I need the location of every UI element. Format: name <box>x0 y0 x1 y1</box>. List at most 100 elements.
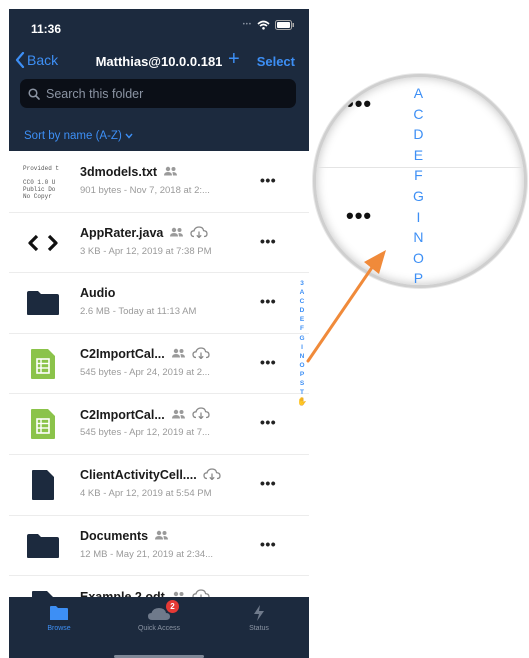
thumbnail-line: Provided t <box>23 164 60 172</box>
spreadsheet-icon <box>23 347 63 381</box>
file-row[interactable]: Audio 2.6 MB - Today at 11:13 AM ••• <box>9 273 309 334</box>
file-name-row: Audio <box>80 286 115 300</box>
file-meta: 901 bytes - Nov 7, 2018 at 2:... <box>80 185 210 196</box>
magnifier-more-button: ••• <box>346 91 373 116</box>
file-name: Documents <box>80 528 149 543</box>
magnifier-index-letter: O <box>413 249 424 266</box>
tab-bar: Browse 2 Quick Access Status <box>9 597 309 658</box>
search-input[interactable] <box>46 86 276 101</box>
sort-dropdown[interactable]: Sort by name (A-Z) <box>24 130 133 142</box>
magnifier-index-letter: G <box>413 187 424 204</box>
magnifier-row-divider <box>316 287 524 288</box>
file-meta: 545 bytes - Apr 12, 2019 at 7... <box>80 427 210 439</box>
index-letter[interactable]: N <box>300 352 305 361</box>
search-bar[interactable] <box>20 79 296 108</box>
tab-quick-access[interactable]: 2 Quick Access <box>109 600 209 632</box>
index-letter[interactable]: O <box>299 361 304 370</box>
thumbnail-line <box>23 172 63 179</box>
thumbnail-line: No Copyr <box>23 192 52 200</box>
file-row[interactable]: Provided t CC0 1.0 U Public Do No Copyr 3dm… <box>9 152 309 213</box>
shared-users-icon <box>163 165 178 179</box>
cloud-download-icon <box>192 407 210 422</box>
document-icon <box>23 468 63 502</box>
file-name: C2ImportCal... <box>80 347 165 362</box>
index-letter[interactable]: C <box>300 297 305 306</box>
lightning-icon <box>209 603 309 621</box>
magnifier-index-letter: C <box>413 105 424 122</box>
file-meta: 12 MB - May 21, 2019 at 2:34... <box>80 548 214 560</box>
wifi-icon <box>257 20 270 30</box>
more-button[interactable]: ••• <box>260 536 276 552</box>
file-name-row: 3dmodels.txt <box>80 165 178 179</box>
status-time: 11:36 <box>31 22 62 36</box>
select-button[interactable]: Select <box>257 54 295 69</box>
spreadsheet-icon <box>23 407 63 441</box>
index-letter[interactable]: A <box>300 288 305 297</box>
phone-screen: 11:36 ••• Back Matthias@10.0.0.181 + Sel… <box>9 9 309 658</box>
status-icons: ••• <box>243 20 295 30</box>
tab-status[interactable]: Status <box>209 603 309 632</box>
hand-icon: ✋ <box>297 397 307 407</box>
file-name: 3dmodels.txt <box>80 165 158 179</box>
more-button[interactable]: ••• <box>260 475 276 491</box>
index-letter[interactable]: E <box>300 315 304 324</box>
shared-users-icon <box>171 347 186 361</box>
thumbnail-line: CC0 1.0 U <box>23 178 56 186</box>
more-button[interactable]: ••• <box>260 414 276 430</box>
file-name-row: C2ImportCal... <box>80 407 210 422</box>
magnifier-index-letter: E <box>413 146 424 163</box>
file-name-row: Documents <box>80 529 169 543</box>
shared-users-icon <box>169 226 184 240</box>
tab-browse[interactable]: Browse <box>9 603 109 632</box>
file-row[interactable]: Documents 12 MB - May 21, 2019 at 2:34...… <box>9 516 309 577</box>
battery-icon <box>275 20 294 30</box>
folder-icon <box>23 286 63 320</box>
file-name: Audio <box>80 286 116 301</box>
file-name: ClientActivityCell.... <box>80 468 197 483</box>
index-letter[interactable]: P <box>300 370 304 379</box>
magnifier-index-letter: D <box>413 126 424 143</box>
index-letter[interactable]: T <box>300 388 304 397</box>
magnifier-alphabet-index: ACDEFGINOP <box>413 83 424 287</box>
index-letter[interactable]: 3 <box>300 279 304 288</box>
file-meta: 545 bytes - Apr 24, 2019 at 2... <box>80 366 210 378</box>
cloud-download-icon <box>192 347 210 362</box>
file-name-row: ClientActivityCell.... <box>80 468 221 483</box>
more-button[interactable]: ••• <box>260 233 276 249</box>
shared-users-icon <box>171 408 186 422</box>
cloud-download-icon <box>203 468 221 483</box>
alphabet-index[interactable]: 3 A C D E F G I N O P S T ✋ <box>297 279 307 407</box>
file-row[interactable]: C2ImportCal... 545 bytes - Apr 24, 2019 a… <box>9 334 309 395</box>
tab-label: Browse <box>47 625 71 632</box>
index-letter[interactable]: S <box>300 379 304 388</box>
shared-users-icon <box>154 529 169 543</box>
search-icon <box>28 87 40 100</box>
cloud-download-icon <box>190 225 209 241</box>
cloud-icon: 2 <box>109 600 209 621</box>
add-button[interactable]: + <box>228 48 240 71</box>
more-button[interactable]: ••• <box>260 293 276 309</box>
magnifier-index-letter: I <box>416 208 421 225</box>
file-row[interactable]: C2ImportCal... 545 bytes - Apr 12, 2019 a… <box>9 394 309 455</box>
more-button[interactable]: ••• <box>260 354 276 370</box>
chevron-down-icon <box>125 133 133 139</box>
magnifier-index-letter: F <box>414 167 423 184</box>
index-letter[interactable]: D <box>300 306 305 315</box>
file-meta: 2.6 MB - Today at 11:13 AM <box>80 306 197 318</box>
more-button[interactable]: ••• <box>260 172 276 188</box>
file-meta: 4 KB - Apr 12, 2019 at 5:54 PM <box>80 487 212 499</box>
index-letter[interactable]: F <box>300 324 304 333</box>
file-name: C2ImportCal... <box>80 407 165 422</box>
file-name-row: C2ImportCal... <box>80 347 210 362</box>
index-letter[interactable]: I <box>301 343 303 352</box>
magnifier-index-letter: P <box>413 270 424 287</box>
file-name-row: AppRater.java <box>80 225 209 241</box>
thumbnail-text: Provided t CC0 1.0 U Public Do No Copyr <box>23 165 63 200</box>
file-meta: 3 KB - Apr 12, 2019 at 7:38 PM <box>80 245 212 257</box>
magnifier-callout: ••• ••• ACDEFGINOP <box>313 74 527 288</box>
index-letter[interactable]: G <box>299 334 304 343</box>
file-list: Provided t CC0 1.0 U Public Do No Copyr 3dm… <box>9 152 309 637</box>
file-row[interactable]: ClientActivityCell.... 4 KB - Apr 12, 201… <box>9 455 309 516</box>
file-row[interactable]: AppRater.java 3 KB - Apr 12, 2019 at 7:38… <box>9 213 309 274</box>
magnifier-more-button: ••• <box>346 203 373 228</box>
